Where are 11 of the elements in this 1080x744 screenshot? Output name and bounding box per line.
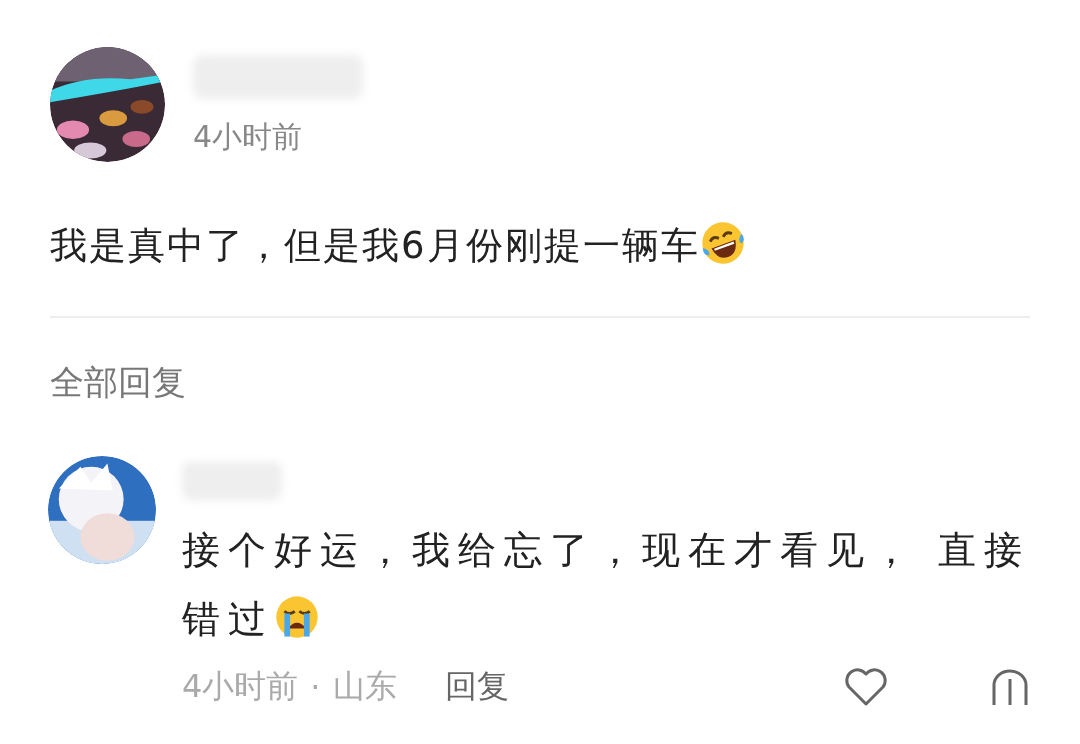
- crying-emoji-icon: [274, 594, 320, 641]
- reply-text: 接个好运，我给忘了，现在才看见， 直接错过: [182, 526, 1032, 644]
- heart-icon[interactable]: [844, 666, 888, 707]
- reply-location: 山东: [332, 665, 397, 707]
- replies-header: 全部回复: [50, 360, 187, 404]
- separator-dot: ·: [310, 667, 321, 706]
- comment-time: 4小时前: [193, 118, 304, 156]
- reply-time: 4小时前: [182, 665, 299, 707]
- laughing-emoji-icon: [699, 220, 746, 266]
- reply-link[interactable]: 回复: [444, 664, 509, 709]
- comment-text: 我是真中了，但是我6月份刚提一辆车: [50, 218, 1030, 274]
